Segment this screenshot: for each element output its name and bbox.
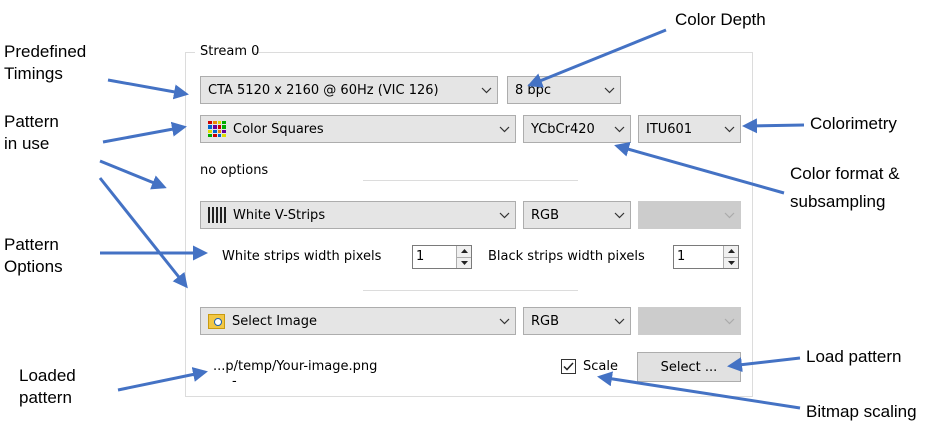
annotation-bitmap-scaling: Bitmap scaling (806, 402, 917, 421)
black-strips-value[interactable]: 1 (674, 246, 723, 268)
spin-up-icon[interactable] (457, 246, 471, 257)
pattern3-colorimetry-select[interactable] (638, 307, 741, 335)
annotation-line: pattern (19, 388, 72, 407)
chevron-down-icon (493, 202, 515, 228)
chevron-down-icon (718, 308, 740, 334)
arrow-color-format (614, 142, 785, 195)
pattern3-format-value: RGB (531, 313, 560, 329)
path-dash: - (232, 374, 237, 389)
annotation-color-depth: Color Depth (675, 10, 766, 29)
chevron-down-icon (493, 308, 515, 334)
loaded-image-path: ...p/temp/Your-image.png (213, 359, 378, 374)
black-strips-label: Black strips width pixels (488, 249, 645, 264)
pattern1-name: Color Squares (233, 121, 324, 137)
pattern1-select[interactable]: Color Squares (200, 115, 516, 143)
chevron-down-icon (718, 116, 740, 142)
chevron-down-icon (475, 77, 497, 103)
annotation-line: Loaded (19, 366, 76, 385)
pattern1-format-value: YCbCr420 (531, 121, 595, 137)
pattern2-name: White V-Strips (233, 207, 326, 223)
color-squares-icon (208, 121, 226, 137)
arrow-predefined-timings (107, 78, 189, 100)
bpc-select[interactable]: 8 bpc (507, 76, 621, 104)
pattern2-format-value: RGB (531, 207, 560, 223)
groupbox-border (185, 52, 195, 53)
pattern1-colorimetry-select[interactable]: ITU601 (638, 115, 741, 143)
checkmark-icon (563, 362, 574, 371)
groupbox-border (752, 52, 753, 396)
bpc-value: 8 bpc (515, 82, 552, 98)
arrow-colorimetry (742, 118, 805, 134)
spin-down-icon[interactable] (457, 256, 471, 268)
image-search-icon (208, 313, 225, 329)
annotation-line: Pattern (4, 235, 59, 254)
annotation-line: Color format & (790, 164, 900, 183)
chevron-down-icon (608, 308, 630, 334)
groupbox-border (254, 52, 752, 53)
pattern3-name: Select Image (232, 313, 317, 329)
scale-checkbox[interactable] (561, 359, 576, 374)
arrow-pattern-in-use-1 (102, 121, 187, 144)
pattern3-format-select[interactable]: RGB (523, 307, 631, 335)
spin-up-icon[interactable] (724, 246, 738, 257)
pattern2-format-select[interactable]: RGB (523, 201, 631, 229)
pattern1-options: no options (200, 163, 269, 178)
arrow-pattern-in-use-2 (99, 159, 167, 190)
annotation-predefined-timings: Predefined Timings (4, 41, 86, 85)
timing-select[interactable]: CTA 5120 x 2160 @ 60Hz (VIC 126) (200, 76, 498, 104)
annotation-pattern-options: Pattern Options (4, 234, 63, 278)
v-strips-icon (208, 207, 226, 223)
annotation-pattern-in-use: Pattern in use (4, 111, 59, 155)
stream-title: Stream 0 (200, 44, 260, 59)
pattern1-colorimetry-value: ITU601 (646, 121, 693, 137)
chevron-down-icon (718, 202, 740, 228)
spin-down-icon[interactable] (724, 256, 738, 268)
annotation-line: subsampling (790, 192, 886, 211)
pattern2-colorimetry-select[interactable] (638, 201, 741, 229)
pattern1-format-select[interactable]: YCbCr420 (523, 115, 631, 143)
groupbox-border (185, 52, 186, 396)
pattern3-select[interactable]: Select Image (200, 307, 516, 335)
annotation-load-pattern: Load pattern (806, 347, 902, 366)
white-strips-label: White strips width pixels (222, 249, 382, 264)
arrow-loaded-pattern (117, 367, 208, 392)
annotation-line: Timings (4, 64, 63, 83)
black-strips-spinner[interactable]: 1 (673, 245, 739, 269)
white-strips-spinner[interactable]: 1 (412, 245, 472, 269)
arrow-pattern-in-use-3 (98, 177, 188, 289)
annotation-line: Options (4, 257, 63, 276)
annotation-color-format: Color format & subsampling (790, 163, 900, 213)
chevron-down-icon (608, 202, 630, 228)
pattern2-select[interactable]: White V-Strips (200, 201, 516, 229)
timing-value: CTA 5120 x 2160 @ 60Hz (VIC 126) (208, 82, 439, 98)
annotation-line: in use (4, 134, 50, 153)
white-strips-value[interactable]: 1 (413, 246, 456, 268)
annotation-line: Predefined (4, 42, 87, 61)
annotation-line: Pattern (4, 112, 59, 131)
separator (363, 180, 578, 181)
separator (363, 290, 578, 291)
scale-label[interactable]: Scale (583, 359, 618, 374)
chevron-down-icon (598, 77, 620, 103)
groupbox-border (185, 396, 753, 397)
select-image-button[interactable]: Select ... (637, 352, 741, 382)
annotation-colorimetry: Colorimetry (810, 114, 897, 133)
chevron-down-icon (493, 116, 515, 142)
annotation-loaded-pattern: Loaded pattern (19, 365, 76, 409)
chevron-down-icon (608, 116, 630, 142)
